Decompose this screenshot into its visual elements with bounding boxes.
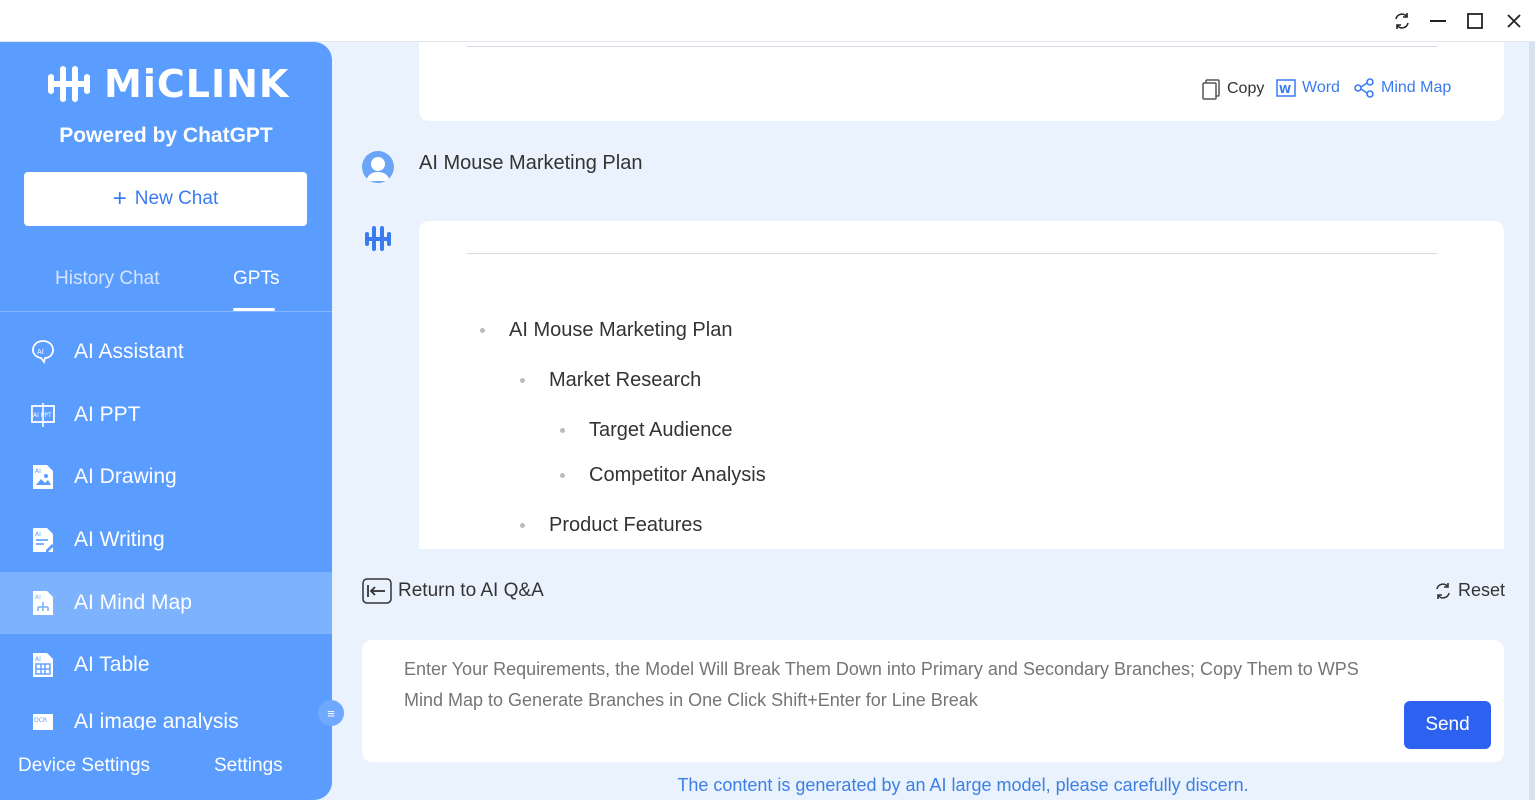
assistant-avatar-icon [365,226,391,251]
title-bar [0,0,1535,42]
outline-item: AI Mouse Marketing Plan [480,319,732,342]
outline-item: Target Audience [560,419,732,442]
assistant-reply-card: AI Mouse Marketing Plan Market Research … [419,221,1504,549]
powered-by: Powered by ChatGPT [59,124,273,147]
chat-input[interactable] [404,654,1384,724]
copy-label: Copy [1227,80,1265,97]
sidebar-item-ai-mind-map[interactable]: AI AI Mind Map [0,572,332,634]
ai-disclaimer: The content is generated by an AI large … [677,775,1249,795]
sidebar-item-label: AI Table [74,653,150,676]
outline-text: Target Audience [589,419,733,441]
sidebar-item-label: AI Assistant [74,340,184,363]
chat-input-box: Send [362,640,1504,762]
maximize-icon[interactable] [1463,9,1487,33]
sidebar-item-label: AI PPT [74,403,141,426]
sidebar-item-ai-assistant[interactable]: AI AI Assistant [0,321,332,383]
sidebar-item-label: AI Mind Map [74,591,192,614]
svg-text:W: W [1279,83,1291,96]
outline-item: Competitor Analysis [560,464,766,487]
divider [467,46,1437,47]
tab-history-chat[interactable]: History Chat [55,268,160,290]
svg-text:AI: AI [35,531,41,538]
close-icon[interactable] [1502,9,1526,33]
sidebar-tabs: History Chat GPTs [0,264,332,314]
send-button[interactable]: Send [1404,701,1491,749]
logo-icon [48,66,90,102]
user-message: AI Mouse Marketing Plan [419,152,643,174]
sidebar-item-ai-table[interactable]: AI AI Table [0,634,332,696]
refresh-icon[interactable] [1390,9,1414,33]
svg-text:OCR: OCR [34,717,47,724]
outline-text: Market Research [549,369,702,391]
scrollbar[interactable] [1529,42,1535,800]
outline-text: Product Features [549,514,703,536]
word-icon: W [1276,79,1296,97]
sidebar-item-ai-image-analysis[interactable]: OCR AI image analysis [0,696,332,730]
ai-assistant-icon: AI [32,340,54,365]
tab-gpts[interactable]: GPTs [233,268,279,290]
mind-map-icon [1354,78,1374,98]
collapse-sidebar-icon[interactable]: ≡ [318,700,344,726]
sidebar-item-ai-writing[interactable]: AI AI Writing [0,509,332,571]
mind-map-button[interactable]: Mind Map [1353,78,1451,98]
word-button[interactable]: W Word [1276,78,1340,98]
copy-button[interactable]: Copy [1201,78,1264,100]
ai-image-analysis-icon: OCR [33,714,53,730]
divider [467,253,1437,254]
minimize-icon[interactable] [1426,9,1450,33]
app-logo: MiCLINK [44,62,289,106]
ai-mind-map-icon: AI [33,591,53,615]
settings-link[interactable]: Settings [214,755,283,777]
sidebar-item-label: AI Drawing [74,465,177,488]
return-to-qa-button[interactable]: Return to AI Q&A [362,578,544,604]
svg-text:AI: AI [35,594,41,601]
sidebar-item-ai-drawing[interactable]: AI AI Drawing [0,446,332,508]
new-chat-button[interactable]: + New Chat [24,172,307,226]
sidebar-item-label: AI Writing [74,528,165,551]
sidebar-item-label: AI image analysis [74,710,239,730]
divider [0,311,332,312]
outline-text: AI Mouse Marketing Plan [509,319,733,341]
device-settings-link[interactable]: Device Settings [18,755,150,777]
word-label: Word [1302,79,1340,96]
ai-writing-icon: AI [33,528,54,552]
ai-drawing-icon: AI [33,465,53,489]
ai-table-icon: AI [33,653,53,677]
svg-text:AI: AI [37,348,44,356]
reset-icon [1436,582,1450,599]
plus-icon: + [112,185,127,212]
outline-item: Market Research [520,369,701,392]
new-chat-label: New Chat [134,188,219,209]
user-icon [366,157,390,181]
outline-item: Product Features [520,514,702,537]
copy-icon [1202,79,1220,100]
return-icon [362,578,392,604]
svg-text:AI: AI [35,468,41,475]
svg-text:AI: AI [35,656,41,663]
outline-text: Competitor Analysis [589,464,766,486]
logo-text: MiCLINK [104,62,290,106]
ai-ppt-icon: AI PPT [31,403,55,427]
mind-map-label: Mind Map [1381,79,1452,96]
reset-button[interactable]: Reset [1434,580,1505,601]
reset-label: Reset [1458,580,1506,600]
previous-reply-card: Copy W Word Mind Map [419,42,1504,121]
sidebar: MiCLINK Powered by ChatGPT + New Chat Hi… [0,42,332,800]
return-label: Return to AI Q&A [398,580,544,601]
svg-text:AI PPT: AI PPT [33,412,52,419]
sidebar-item-ai-ppt[interactable]: AI PPT AI PPT [0,384,332,446]
user-avatar [362,151,394,183]
